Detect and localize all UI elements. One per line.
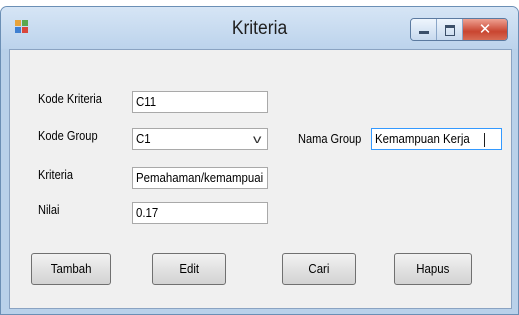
title-bar[interactable]: Kriteria ✕ bbox=[1, 7, 518, 49]
nilai-input[interactable]: 0.17 bbox=[132, 202, 268, 224]
hapus-button[interactable]: Hapus bbox=[394, 253, 472, 285]
nilai-label: Nilai bbox=[38, 202, 60, 217]
window-controls: ✕ bbox=[410, 18, 508, 41]
kode-group-select[interactable]: C1 v bbox=[132, 128, 268, 150]
nama-group-label: Nama Group bbox=[298, 131, 362, 146]
tambah-button[interactable]: Tambah bbox=[31, 253, 111, 285]
minimize-icon bbox=[419, 31, 429, 34]
edit-button[interactable]: Edit bbox=[152, 253, 226, 285]
kode-group-label: Kode Group bbox=[38, 128, 98, 143]
minimize-button[interactable] bbox=[411, 19, 437, 40]
kode-kriteria-label: Kode Kriteria bbox=[38, 91, 102, 106]
cari-button[interactable]: Cari bbox=[282, 253, 356, 285]
close-button[interactable]: ✕ bbox=[463, 19, 507, 40]
form-client-area: Kode Kriteria C11 Kode Group C1 v Nama G… bbox=[9, 49, 512, 309]
text-caret bbox=[483, 132, 485, 147]
kriteria-input[interactable]: Pemahaman/kemampuai bbox=[132, 167, 268, 189]
maximize-button[interactable] bbox=[437, 19, 463, 40]
kode-kriteria-input[interactable]: C11 bbox=[132, 91, 268, 113]
app-window: Kriteria ✕ Kode Kriteria C11 Kode Group … bbox=[0, 6, 519, 315]
close-icon: ✕ bbox=[478, 20, 492, 38]
chevron-down-icon: v bbox=[253, 132, 262, 146]
kriteria-label: Kriteria bbox=[38, 167, 74, 182]
nama-group-input[interactable]: Kemampuan Kerja bbox=[371, 128, 502, 150]
maximize-icon bbox=[445, 25, 455, 36]
